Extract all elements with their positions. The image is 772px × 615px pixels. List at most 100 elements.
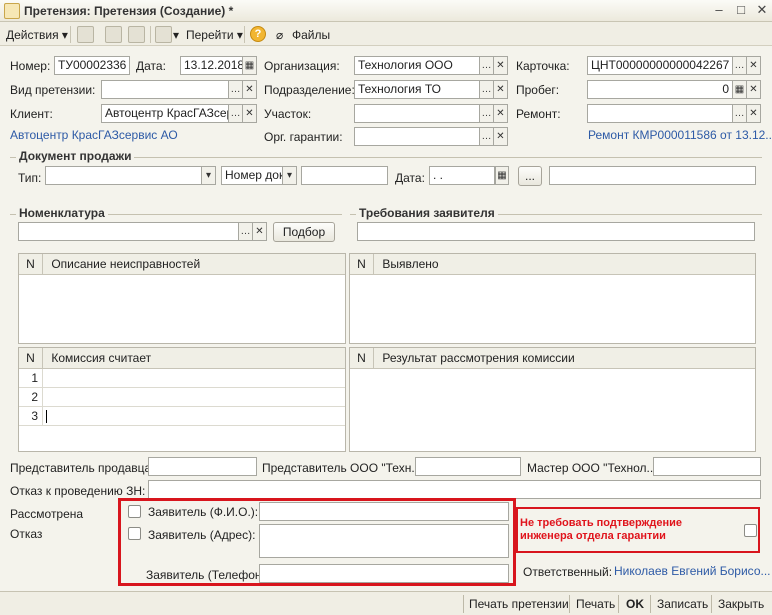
mileage-field[interactable]: 0 xyxy=(587,80,733,99)
close-button[interactable]: Закрыть xyxy=(718,596,764,612)
division-field[interactable]: Технология ТО xyxy=(354,80,480,99)
post-dropdown-icon[interactable]: ▾ xyxy=(173,27,179,43)
applicant-address-label: Заявитель (Адрес): xyxy=(148,528,256,542)
warranty-org-label: Орг. гарантии: xyxy=(264,130,343,144)
result-column-header: Результат рассмотрения комиссии xyxy=(382,351,575,365)
claim-type-field[interactable] xyxy=(101,80,229,99)
goto-menu[interactable]: Перейти ▾ xyxy=(186,27,243,43)
section-field[interactable] xyxy=(354,104,480,123)
minimize-icon[interactable]: – xyxy=(712,3,726,17)
ok-button[interactable]: OK xyxy=(626,596,644,612)
toolbar-separator xyxy=(244,26,245,43)
mileage-clear-icon[interactable]: ✕ xyxy=(747,80,761,99)
claim-type-select-icon[interactable]: … xyxy=(229,80,243,99)
card-label: Карточка: xyxy=(516,59,570,73)
warranty-org-field[interactable] xyxy=(354,127,480,146)
client-clear-icon[interactable]: ✕ xyxy=(243,104,257,123)
sale-number-type-dropdown-icon[interactable]: ▾ xyxy=(283,166,297,185)
organization-label: Организация: xyxy=(264,59,340,73)
organization-select-icon[interactable]: … xyxy=(480,56,494,75)
applicant-name-checkbox[interactable] xyxy=(128,505,141,518)
client-select-icon[interactable]: … xyxy=(229,104,243,123)
master-label: Мастер ООО "Технол... xyxy=(527,461,657,475)
commission-n-header: N xyxy=(19,348,43,368)
card-clear-icon[interactable]: ✕ xyxy=(747,56,761,75)
warranty-org-clear-icon[interactable]: ✕ xyxy=(494,127,508,146)
client-field[interactable]: Автоцентр КрасГАЗсерв xyxy=(101,104,229,123)
sale-doc-field[interactable] xyxy=(549,166,756,185)
responsible-link[interactable]: Николаев Евгений Борисо... xyxy=(614,564,771,578)
division-clear-icon[interactable]: ✕ xyxy=(494,80,508,99)
warranty-org-select-icon[interactable]: … xyxy=(480,127,494,146)
save-button[interactable]: Записать xyxy=(657,596,708,612)
organization-field[interactable]: Технология ООО xyxy=(354,56,480,75)
commission-table[interactable]: N Комиссия считает 1 2 3 xyxy=(18,347,346,452)
table-row[interactable]: 3 xyxy=(19,407,345,426)
faults-n-header: N xyxy=(19,254,43,274)
division-select-icon[interactable]: … xyxy=(480,80,494,99)
refusal-field[interactable] xyxy=(148,480,761,499)
section-clear-icon[interactable]: ✕ xyxy=(494,104,508,123)
result-table[interactable]: N Результат рассмотрения комиссии xyxy=(349,347,756,452)
repair-clear-icon[interactable]: ✕ xyxy=(747,104,761,123)
date-field[interactable]: 13.12.2018 xyxy=(180,56,243,75)
help-icon[interactable]: ? xyxy=(250,26,266,42)
faults-table[interactable]: N Описание неисправностей xyxy=(18,253,346,344)
nomenclature-title: Номенклатура xyxy=(16,206,108,220)
seller-rep-field[interactable] xyxy=(148,457,257,476)
repair-select-icon[interactable]: … xyxy=(733,104,747,123)
calendar-icon[interactable]: ▦ xyxy=(243,56,257,75)
organization-clear-icon[interactable]: ✕ xyxy=(494,56,508,75)
requirements-field[interactable] xyxy=(357,222,755,241)
applicant-name-label: Заявитель (Ф.И.О.): xyxy=(148,505,259,519)
applicant-phone-field[interactable] xyxy=(259,564,509,583)
table-row[interactable]: 2 xyxy=(19,388,345,407)
detected-table[interactable]: N Выявлено xyxy=(349,253,756,344)
table-row[interactable]: 1 xyxy=(19,369,345,388)
attach-icon[interactable]: ⌀ xyxy=(276,27,283,43)
master-field[interactable] xyxy=(653,457,761,476)
claim-type-clear-icon[interactable]: ✕ xyxy=(243,80,257,99)
client-label: Клиент: xyxy=(10,107,53,121)
repair-link[interactable]: Ремонт КМР000011586 от 13.12.... xyxy=(588,128,772,142)
detected-table-header: N Выявлено xyxy=(350,254,755,275)
nomenclature-select-icon[interactable]: … xyxy=(239,222,253,241)
post-icon[interactable] xyxy=(155,26,172,43)
number-field[interactable]: ТУ00002336 xyxy=(54,56,130,75)
sale-doc-select-button[interactable]: ... xyxy=(518,166,542,186)
pick-button[interactable]: Подбор xyxy=(273,222,335,242)
repair-field[interactable] xyxy=(587,104,733,123)
repair-label: Ремонт: xyxy=(516,107,561,121)
client-link[interactable]: Автоцентр КрасГАЗсервис АО xyxy=(10,128,178,142)
footer-separator xyxy=(618,595,619,613)
sale-number-field[interactable] xyxy=(301,166,388,185)
edit-icon[interactable] xyxy=(105,26,122,43)
applicant-name-field[interactable] xyxy=(259,502,509,521)
applicant-address-field[interactable] xyxy=(259,524,509,558)
refresh-icon[interactable] xyxy=(128,26,145,43)
card-select-icon[interactable]: … xyxy=(733,56,747,75)
actions-menu[interactable]: Действия ▾ xyxy=(6,27,68,43)
sale-date-field[interactable]: . . xyxy=(429,166,495,185)
no-confirm-checkbox[interactable] xyxy=(744,524,757,537)
maximize-icon[interactable]: □ xyxy=(734,3,748,17)
applicant-address-checkbox[interactable] xyxy=(128,527,141,540)
sale-type-field[interactable] xyxy=(45,166,202,185)
nomenclature-clear-icon[interactable]: ✕ xyxy=(253,222,267,241)
mileage-label: Пробег: xyxy=(516,83,560,97)
files-button[interactable]: Файлы xyxy=(292,27,330,43)
sale-type-dropdown-icon[interactable]: ▾ xyxy=(202,166,216,185)
sale-number-type-field[interactable]: Номер док- xyxy=(221,166,283,185)
card-field[interactable]: ЦНТ00000000000042267 xyxy=(587,56,733,75)
print-button[interactable]: Печать xyxy=(576,596,615,612)
row-number: 2 xyxy=(19,388,43,406)
print-claim-button[interactable]: Печать претензии xyxy=(469,596,569,612)
ooo-rep-field[interactable] xyxy=(415,457,521,476)
nomenclature-field[interactable] xyxy=(18,222,239,241)
copy-icon[interactable] xyxy=(77,26,94,43)
sale-date-calendar-icon[interactable]: ▦ xyxy=(495,166,509,185)
footer-separator xyxy=(569,595,570,613)
calculator-icon[interactable]: ▦ xyxy=(733,80,747,99)
section-select-icon[interactable]: … xyxy=(480,104,494,123)
close-icon[interactable]: ✕ xyxy=(755,3,769,17)
